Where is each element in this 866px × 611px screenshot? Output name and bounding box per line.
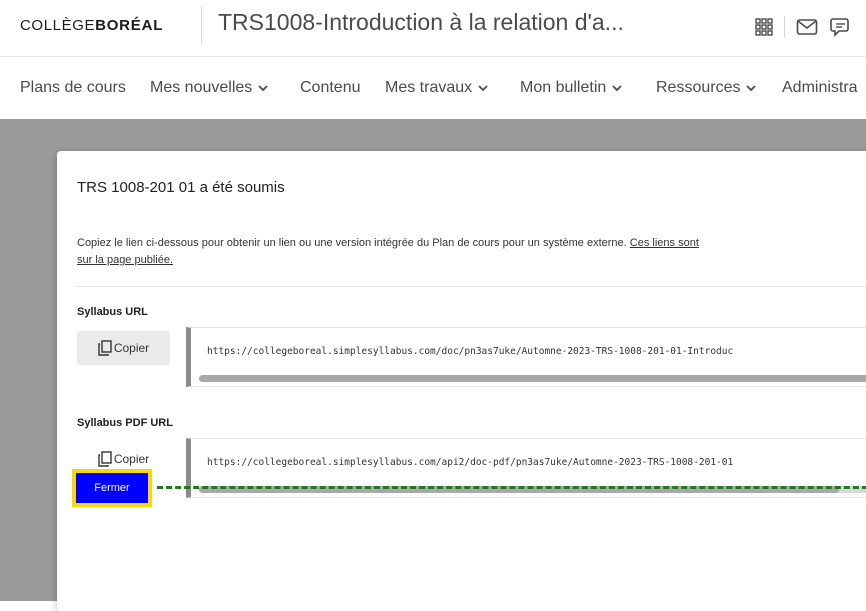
nav-contenu[interactable]: Contenu	[300, 79, 361, 97]
logo-text-light: COLLÈGE	[20, 17, 96, 34]
nav-mon-bulletin[interactable]: Mon bulletin	[520, 79, 622, 97]
chevron-down-icon	[478, 84, 488, 91]
nav-ressources[interactable]: Ressources	[656, 79, 757, 97]
nav-mes-travaux[interactable]: Mes travaux	[385, 79, 488, 97]
description-text: Copiez le lien ci-dessous pour obtenir u…	[77, 237, 627, 249]
icon-divider	[784, 16, 785, 38]
nav-administration[interactable]: Administra	[782, 79, 858, 97]
nav-label: Mes travaux	[385, 79, 473, 96]
header-divider	[201, 6, 202, 44]
dialog-description: Copiez le lien ci-dessous pour obtenir u…	[77, 235, 866, 269]
mail-icon[interactable]	[794, 14, 820, 40]
syllabus-pdf-url-value: https://collegeboreal.simplesyllabus.com…	[207, 457, 734, 468]
scrollbar-thumb[interactable]	[199, 375, 866, 382]
course-nav: Plans de cours Mes nouvelles Contenu Mes…	[0, 56, 866, 120]
copy-syllabus-url-button[interactable]: Copier	[77, 331, 170, 365]
top-header: COLLÈGEBORÉAL TRS1008-Introduction à la …	[0, 0, 866, 56]
description-link-2[interactable]: sur la page publiée.	[77, 254, 173, 266]
syllabus-url-value: https://collegeboreal.simplesyllabus.com…	[207, 346, 734, 357]
nav-plans-de-cours[interactable]: Plans de cours	[20, 79, 126, 97]
divider	[77, 286, 866, 287]
syllabus-pdf-url-label: Syllabus PDF URL	[77, 417, 173, 429]
chevron-down-icon	[746, 84, 757, 91]
college-logo[interactable]: COLLÈGEBORÉAL	[20, 17, 163, 34]
nav-label: Contenu	[300, 79, 361, 96]
syllabus-pdf-url-field[interactable]: https://collegeboreal.simplesyllabus.com…	[186, 438, 866, 498]
copy-label: Copier	[113, 341, 150, 355]
bell-icon[interactable]	[856, 14, 866, 40]
nav-label: Administra	[782, 79, 858, 96]
syllabus-url-label: Syllabus URL	[77, 306, 148, 318]
syllabus-url-field[interactable]: https://collegeboreal.simplesyllabus.com…	[186, 327, 866, 387]
nav-label: Plans de cours	[20, 79, 126, 96]
chevron-down-icon	[258, 84, 268, 91]
nav-mes-nouvelles[interactable]: Mes nouvelles	[150, 79, 268, 97]
chevron-down-icon	[612, 84, 622, 91]
close-button[interactable]: Fermer	[76, 473, 148, 503]
copy-icon	[98, 451, 112, 467]
dialog-title: TRS 1008-201 01 a été soumis	[77, 179, 285, 196]
copy-icon	[98, 340, 112, 356]
nav-label: Mes nouvelles	[150, 79, 253, 96]
nav-label: Mon bulletin	[520, 79, 607, 96]
course-title[interactable]: TRS1008-Introduction à la relation d'a..…	[218, 9, 624, 36]
nav-label: Ressources	[656, 79, 741, 96]
share-syllabus-dialog: TRS 1008-201 01 a été soumis Copiez le l…	[57, 151, 866, 611]
annotation-dashed-line	[157, 486, 866, 489]
logo-text-bold: BORÉAL	[95, 17, 164, 34]
description-link[interactable]: Ces liens sont	[630, 237, 699, 249]
copy-label: Copier	[113, 452, 150, 466]
chat-icon[interactable]	[828, 14, 854, 40]
apps-grid-icon[interactable]	[751, 14, 777, 40]
